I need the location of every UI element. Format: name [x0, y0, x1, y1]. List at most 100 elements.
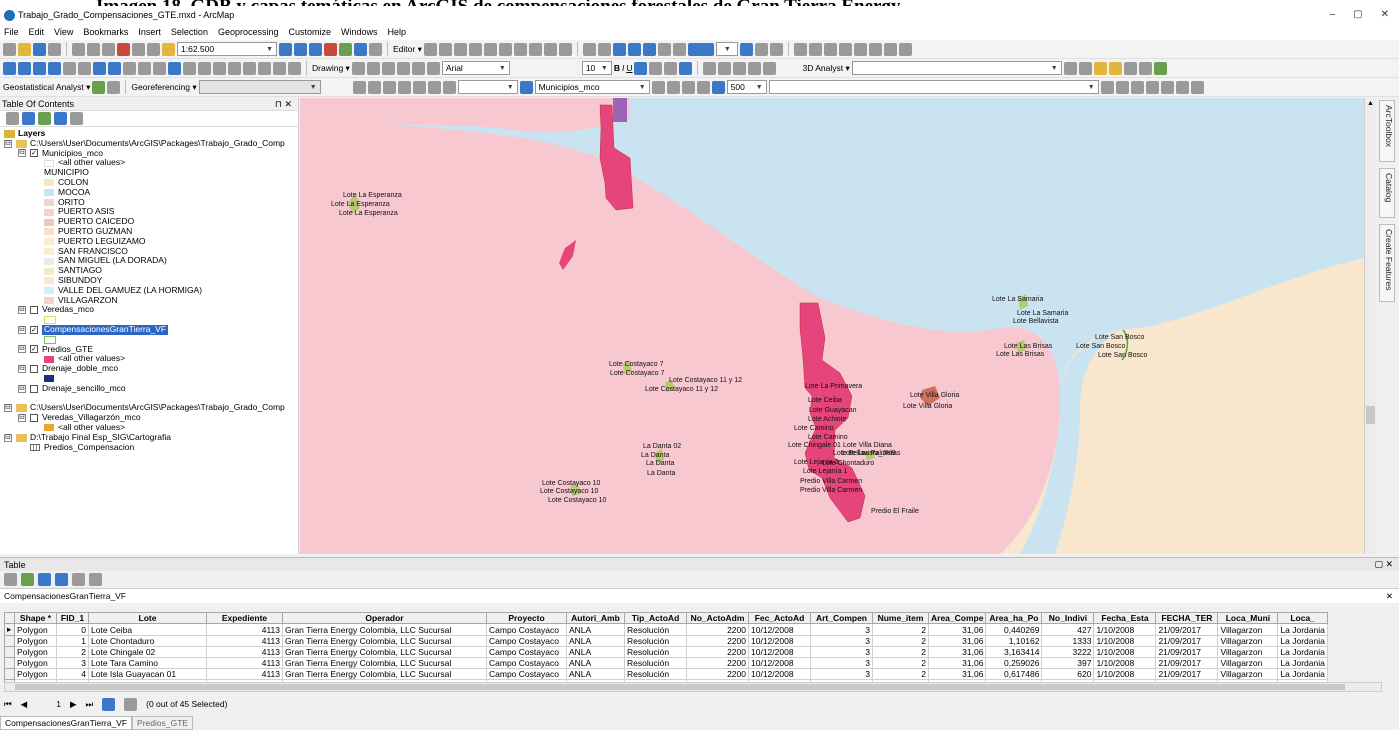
measure-icon[interactable]: [823, 42, 837, 56]
raster-resolution-icon[interactable]: [711, 80, 725, 94]
table-cell[interactable]: 10/12/2008: [748, 623, 811, 636]
straight-segment-icon[interactable]: [453, 42, 467, 56]
expand-toggle-icon[interactable]: ⊟: [18, 325, 26, 334]
pan-icon[interactable]: [33, 61, 46, 75]
table-cell[interactable]: 3: [810, 657, 873, 669]
georef-tool-2-icon[interactable]: [367, 80, 381, 94]
georef-tool-4-icon[interactable]: [397, 80, 411, 94]
column-header[interactable]: Autori_Amb: [566, 612, 625, 624]
table-cell[interactable]: 4113: [206, 668, 283, 680]
add-data-icon[interactable]: [162, 42, 175, 56]
table-cell[interactable]: 0,440269: [985, 623, 1043, 636]
table-cell[interactable]: 3: [810, 623, 873, 636]
scroll-thumb[interactable]: [1366, 406, 1375, 424]
attribute-table[interactable]: Shape * FID_1 Lote Expediente Operador Proyec…: [4, 612, 1328, 691]
select-features-icon[interactable]: [123, 61, 136, 75]
table-horizontal-scrollbar[interactable]: [4, 682, 1382, 692]
paste-icon[interactable]: [102, 42, 115, 56]
column-header[interactable]: Loca_Muni: [1217, 612, 1279, 624]
table-cell[interactable]: 2: [56, 646, 89, 658]
toc-options-icon[interactable]: [70, 112, 83, 125]
3d-tool-2-icon[interactable]: [718, 61, 732, 75]
arctoolbox-icon[interactable]: [339, 42, 352, 56]
toc-item[interactable]: ⊟ Veredas_mco: [0, 305, 298, 315]
scroll-up-icon[interactable]: ▲: [1367, 100, 1374, 107]
column-header[interactable]: Fec_ActoAd: [748, 612, 811, 624]
row-selector[interactable]: [4, 635, 15, 647]
table-of-contents-icon[interactable]: [294, 42, 307, 56]
hyperlink-icon[interactable]: [883, 42, 897, 56]
table-cell[interactable]: 4: [56, 668, 89, 680]
table-cell[interactable]: 427: [1041, 623, 1095, 636]
fill-color-icon[interactable]: [649, 61, 663, 75]
column-header[interactable]: Expediente: [206, 612, 283, 624]
delete-selected-icon[interactable]: [89, 573, 102, 586]
column-header[interactable]: Lote: [88, 612, 207, 624]
rectangle-icon[interactable]: [396, 61, 410, 75]
table-options-icon[interactable]: [4, 573, 17, 586]
endpoint-arc-icon[interactable]: [468, 42, 482, 56]
line-of-sight-icon[interactable]: [1093, 61, 1107, 75]
column-header[interactable]: Nume_item: [872, 612, 929, 624]
column-header[interactable]: Fecha_Esta: [1093, 612, 1157, 624]
table-cell[interactable]: 3: [810, 668, 873, 680]
table-cell[interactable]: ANLA: [566, 646, 625, 658]
table-cell[interactable]: Lote Chontaduro: [88, 635, 207, 647]
column-header[interactable]: Tip_ActoAd: [624, 612, 687, 624]
menu-item-file[interactable]: File: [4, 27, 19, 37]
table-cell[interactable]: La Jordania: [1277, 646, 1328, 658]
table-cell[interactable]: Resolución: [624, 646, 687, 658]
layer-combo[interactable]: Municipios_mco ▼: [534, 80, 650, 94]
toc-item[interactable]: Predios_Compensacion: [0, 442, 298, 453]
table-cell[interactable]: Villagarzon: [1217, 668, 1279, 680]
table-scroll-thumb[interactable]: [15, 684, 1345, 690]
cut-icon[interactable]: [72, 42, 85, 56]
table-cell[interactable]: 2: [872, 623, 929, 636]
georef-layer-combo[interactable]: ▼: [198, 80, 321, 94]
toc-item[interactable]: MUNICIPIO: [0, 167, 298, 178]
3d-tool-5-icon[interactable]: [763, 61, 777, 75]
row-selector[interactable]: [4, 646, 15, 658]
table-cell[interactable]: Polygon: [14, 623, 57, 636]
georeferencing-menu[interactable]: Georeferencing ▾: [131, 82, 196, 93]
georef-tool-7-icon[interactable]: [442, 80, 456, 94]
expand-toggle-icon[interactable]: ⊟: [18, 414, 26, 422]
zoom-to-selected-icon[interactable]: [381, 61, 395, 75]
georef-tool-1-icon[interactable]: [352, 80, 366, 94]
table-window-buttons[interactable]: ▢ ✕: [1374, 559, 1393, 570]
toc-item[interactable]: SAN MIGUEL (LA DORADA): [0, 256, 298, 266]
open-icon[interactable]: [18, 42, 31, 56]
current-record-field[interactable]: 1: [56, 699, 61, 709]
table-cell[interactable]: Gran Tierra Energy Colombia, LLC Sucursa…: [282, 623, 487, 636]
table-cell[interactable]: 3: [56, 657, 89, 669]
tab-predios-gte[interactable]: Predios_GTE: [132, 716, 194, 730]
table-cell[interactable]: Villagarzon: [1217, 623, 1279, 636]
table-cell[interactable]: 21/09/2017: [1155, 668, 1219, 680]
layer-visibility-checkbox[interactable]: ✓: [30, 325, 38, 334]
editor-toolbar-icon[interactable]: [279, 42, 292, 56]
contrast-icon[interactable]: [651, 80, 665, 94]
snap-tool-icon[interactable]: [808, 42, 822, 56]
table-cell[interactable]: ANLA: [566, 668, 625, 680]
table-cell[interactable]: 31,06: [927, 635, 987, 647]
table-cell[interactable]: Polygon: [14, 646, 57, 658]
find-tool-icon[interactable]: [228, 61, 241, 75]
row-selector-header[interactable]: [4, 612, 15, 624]
table-cell[interactable]: 21/09/2017: [1155, 657, 1219, 669]
profile-graph-icon[interactable]: [1123, 61, 1137, 75]
menu-item-selection[interactable]: Selection: [171, 27, 208, 37]
toc-item[interactable]: ⊟ ✓ Municipios_mco: [0, 148, 298, 159]
find-route-icon[interactable]: [243, 61, 256, 75]
table-cell[interactable]: 2: [872, 668, 929, 680]
table-cell[interactable]: Campo Costayaco: [486, 635, 567, 647]
table-cell[interactable]: 620: [1041, 668, 1095, 680]
toc-item[interactable]: ⊟ Veredas_Villagarzón_mco: [0, 412, 298, 423]
hyperlink-tool-icon[interactable]: [183, 61, 196, 75]
table-cell[interactable]: 31,06: [927, 657, 987, 669]
table-cell[interactable]: 0,259026: [985, 657, 1043, 669]
toc-item[interactable]: SANTIAGO: [0, 265, 298, 276]
table-cell[interactable]: 31,06: [927, 668, 987, 680]
table-cell[interactable]: 3,163414: [985, 646, 1043, 658]
toc-item[interactable]: PUERTO GUZMAN: [0, 226, 298, 237]
layout-tools-icon[interactable]: [754, 42, 768, 56]
